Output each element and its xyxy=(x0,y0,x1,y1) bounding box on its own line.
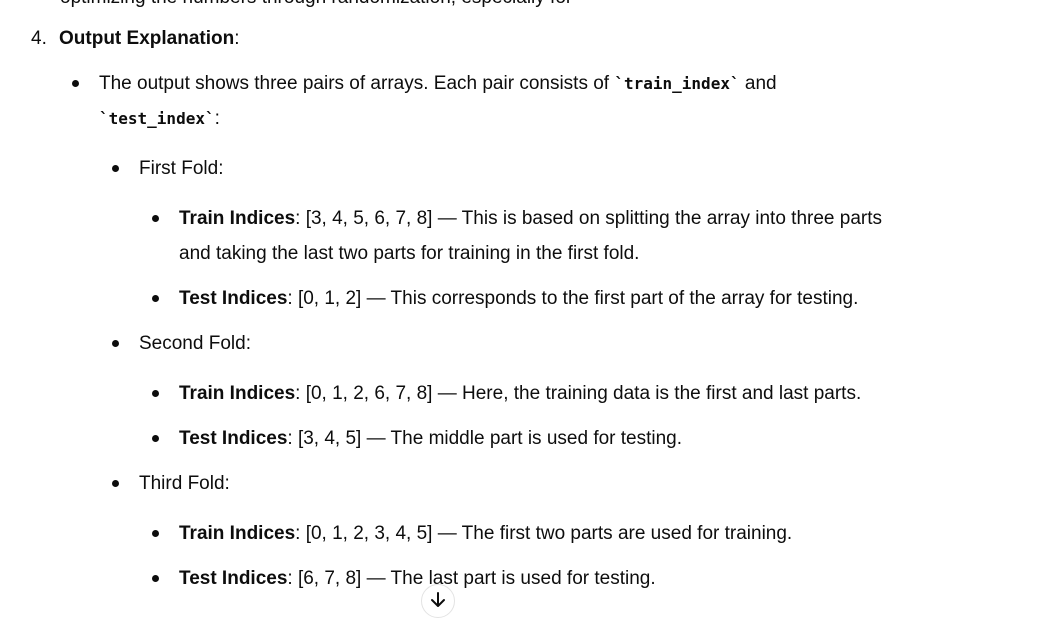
fold-test-item: Test Indices: [3, 4, 5] — The middle par… xyxy=(0,421,1047,456)
section-title: Output Explanation: xyxy=(59,28,240,49)
bullet-dot xyxy=(152,295,159,302)
train-indices-text: Train Indices: [0, 1, 2, 6, 7, 8] — Here… xyxy=(179,383,862,404)
fold-label: Second Fold: xyxy=(139,333,251,354)
train-indices-text: Train Indices: [0, 1, 2, 3, 4, 5] — The … xyxy=(179,523,793,544)
fold-item-first: First Fold: xyxy=(0,151,1047,186)
train-indices-continuation: and taking the last two parts for traini… xyxy=(179,243,640,264)
fold-item-second: Second Fold: xyxy=(0,326,1047,361)
scroll-to-bottom-button[interactable] xyxy=(421,584,455,618)
bullet-dot xyxy=(72,80,79,87)
train-index-code: `train_index` xyxy=(614,74,740,93)
bullet-dot xyxy=(152,435,159,442)
arrow-down-icon xyxy=(431,592,445,607)
fold-item-third: Third Fold: xyxy=(0,466,1047,501)
train-indices-text: Train Indices: [3, 4, 5, 6, 7, 8] — This… xyxy=(179,208,883,229)
test-indices-text: Test Indices: [6, 7, 8] — The last part … xyxy=(179,568,656,589)
bullet-dot xyxy=(112,480,119,487)
fold-label: Third Fold: xyxy=(139,473,230,494)
list-number: 4. xyxy=(31,28,47,49)
test-indices-text: Test Indices: [3, 4, 5] — The middle par… xyxy=(179,428,683,449)
intro-line-2: `test_index`: xyxy=(99,108,220,129)
test-indices-text: Test Indices: [0, 1, 2] — This correspon… xyxy=(179,288,859,309)
bullet-dot xyxy=(152,575,159,582)
fold-train-item: Train Indices: [0, 1, 2, 6, 7, 8] — Here… xyxy=(0,376,1047,411)
bullet-dot xyxy=(152,215,159,222)
bullet-dot xyxy=(112,340,119,347)
fold-label: First Fold: xyxy=(139,158,224,179)
cutoff-text-line: optimizing the numbers through randomiza… xyxy=(60,0,572,9)
fold-test-item: Test Indices: [6, 7, 8] — The last part … xyxy=(0,561,1047,596)
bullet-dot xyxy=(112,165,119,172)
fold-train-item: Train Indices: [3, 4, 5, 6, 7, 8] — This… xyxy=(0,201,1047,271)
bullet-dot xyxy=(152,390,159,397)
intro-bullet: The output shows three pairs of arrays. … xyxy=(0,66,1047,136)
fold-test-item: Test Indices: [0, 1, 2] — This correspon… xyxy=(0,281,1047,316)
output-explanation-heading: 4. Output Explanation: xyxy=(31,26,1031,52)
test-index-code: `test_index` xyxy=(99,109,215,128)
fold-train-item: Train Indices: [0, 1, 2, 3, 4, 5] — The … xyxy=(0,516,1047,551)
bullet-dot xyxy=(152,530,159,537)
intro-line-1: The output shows three pairs of arrays. … xyxy=(99,73,777,94)
